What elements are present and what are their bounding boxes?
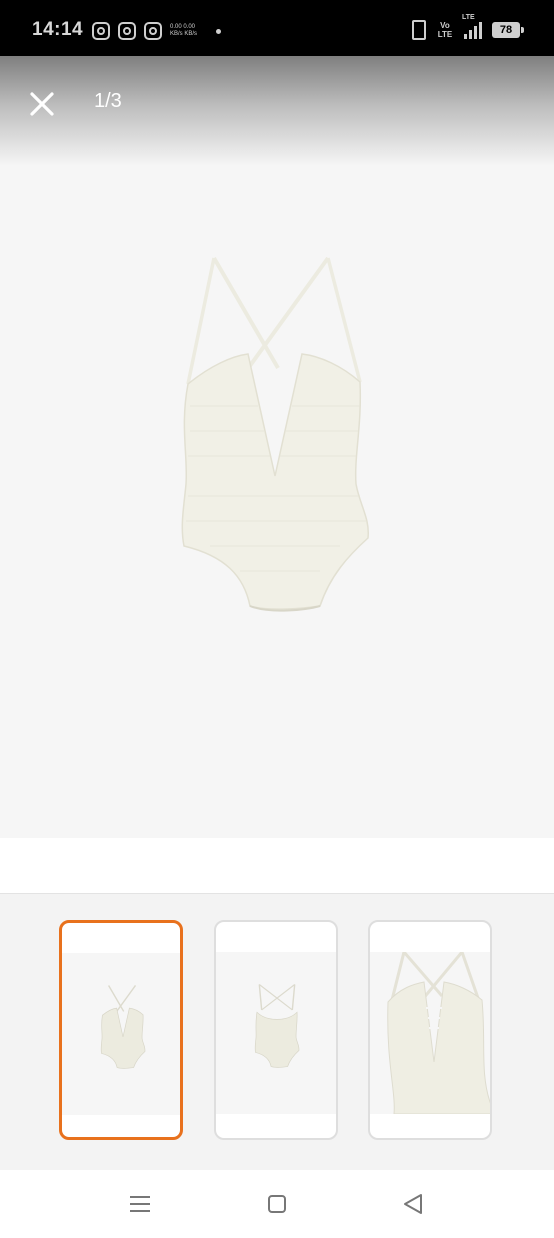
thumbnail-swimsuit-closeup-image	[387, 952, 490, 1114]
back-button[interactable]	[397, 1188, 429, 1220]
system-navigation-bar	[0, 1170, 554, 1238]
thumbnail-front-view[interactable]	[59, 920, 183, 1140]
spacer	[0, 838, 554, 894]
thumbnail-strip	[0, 894, 554, 1170]
lte-signal: LTE	[462, 14, 482, 39]
thumbnail-swimsuit-back-image	[254, 984, 300, 1068]
battery-level: 78	[499, 24, 513, 36]
instagram-icon	[92, 22, 110, 40]
battery-icon: 78	[492, 22, 524, 38]
thumbnail-detail-closeup[interactable]	[368, 920, 492, 1140]
menu-button[interactable]	[124, 1188, 156, 1220]
screen: 14:14 0.00 0.00 KB/s KB/s Vo LTE LTE 78	[0, 0, 554, 1238]
network-speed: 0.00 0.00 KB/s KB/s	[170, 24, 198, 37]
signal-icon	[464, 21, 482, 39]
menu-icon	[130, 1196, 150, 1212]
page-counter: 1/3	[94, 90, 122, 112]
instagram-icon	[118, 22, 136, 40]
close-icon	[30, 92, 54, 116]
image-viewer[interactable]: 1/3	[0, 56, 554, 838]
status-bar: 14:14 0.00 0.00 KB/s KB/s Vo LTE LTE 78	[0, 0, 554, 56]
thumbnail-swimsuit-image	[100, 985, 146, 1069]
network-type-label: LTE	[462, 14, 475, 21]
back-triangle-icon	[404, 1194, 422, 1214]
instagram-icon	[144, 22, 162, 40]
vibrate-icon	[412, 20, 426, 40]
top-overlay-gradient	[0, 56, 554, 166]
system-icons: Vo LTE LTE 78	[412, 14, 524, 40]
home-button[interactable]	[261, 1188, 293, 1220]
status-time: 14:14	[32, 19, 84, 40]
volte-label: Vo LTE	[437, 21, 453, 39]
home-square-icon	[268, 1195, 286, 1213]
more-notifications-dot-icon	[216, 28, 221, 34]
thumbnail-back-view[interactable]	[214, 920, 338, 1140]
notification-icons: 0.00 0.00 KB/s KB/s	[92, 22, 221, 40]
swimsuit-photo[interactable]	[170, 256, 380, 646]
close-button[interactable]	[24, 86, 60, 122]
